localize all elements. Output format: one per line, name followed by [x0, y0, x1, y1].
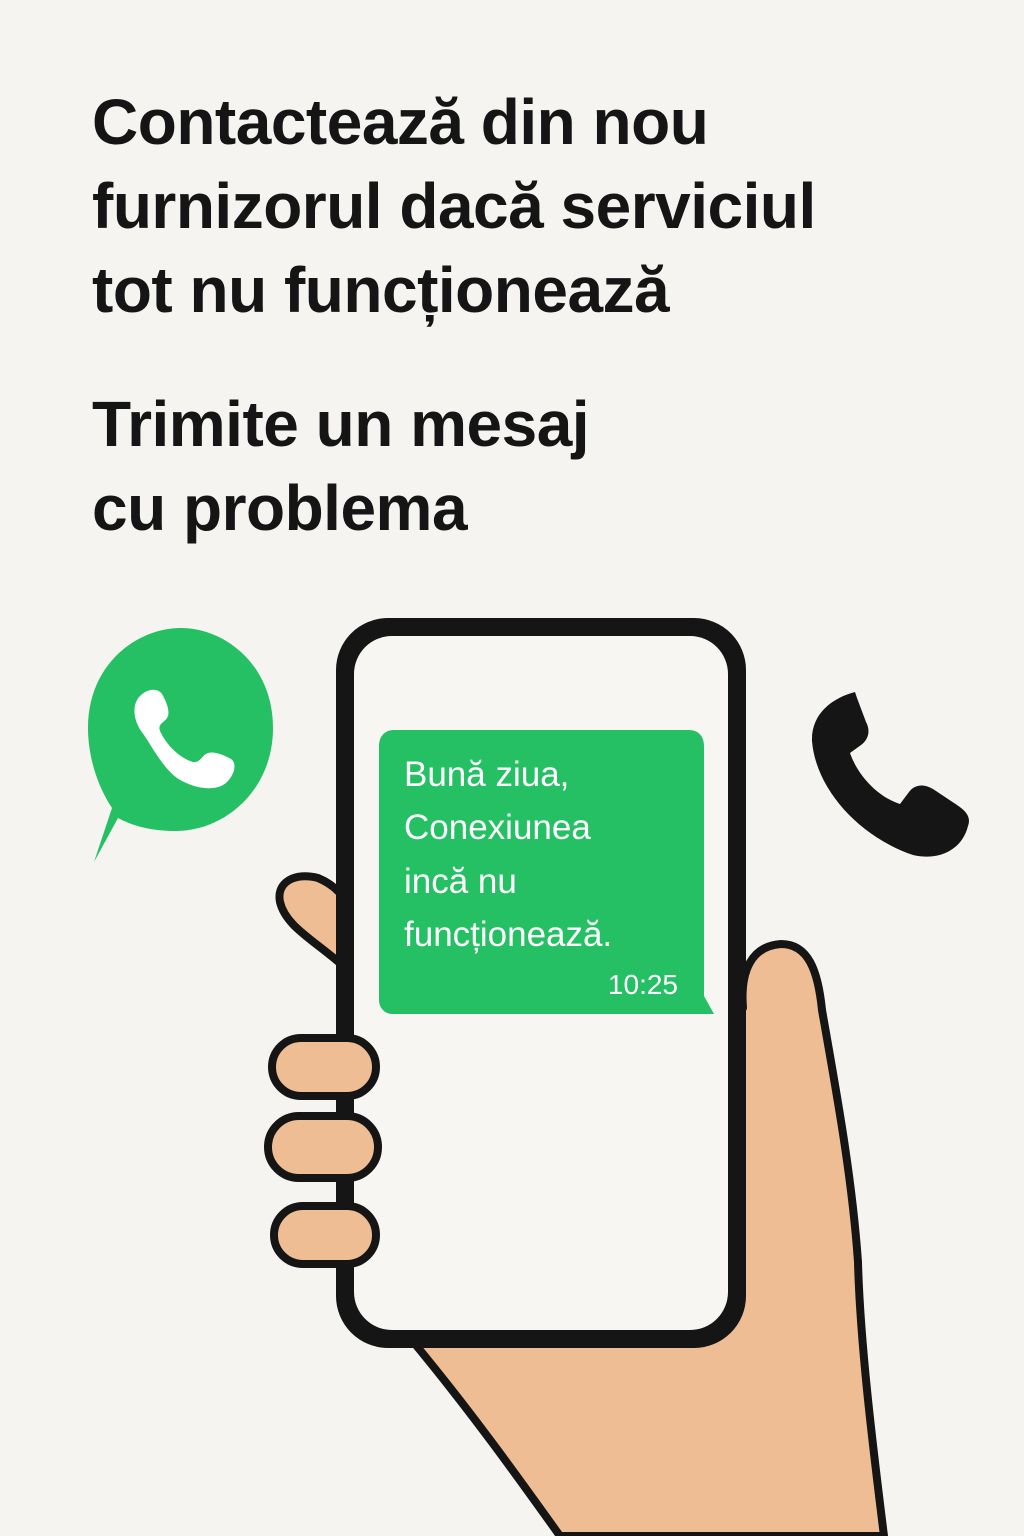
message-line-4: funcționează.: [404, 915, 612, 954]
whatsapp-logo-icon: [88, 628, 273, 862]
message-line-3: incă nu: [404, 862, 517, 901]
phone-illustration: Bună ziua, Conexiunea incă nu funcționea…: [88, 618, 969, 1536]
message-time: 10:25: [608, 969, 678, 1000]
hand-fingers: [264, 1034, 382, 1268]
message-line-1: Bună ziua,: [404, 755, 569, 794]
message-bubble: Bună ziua, Conexiunea incă nu funcționea…: [379, 730, 714, 1014]
message-line-2: Conexiunea: [404, 808, 591, 847]
phone-handset-icon: [811, 692, 969, 857]
